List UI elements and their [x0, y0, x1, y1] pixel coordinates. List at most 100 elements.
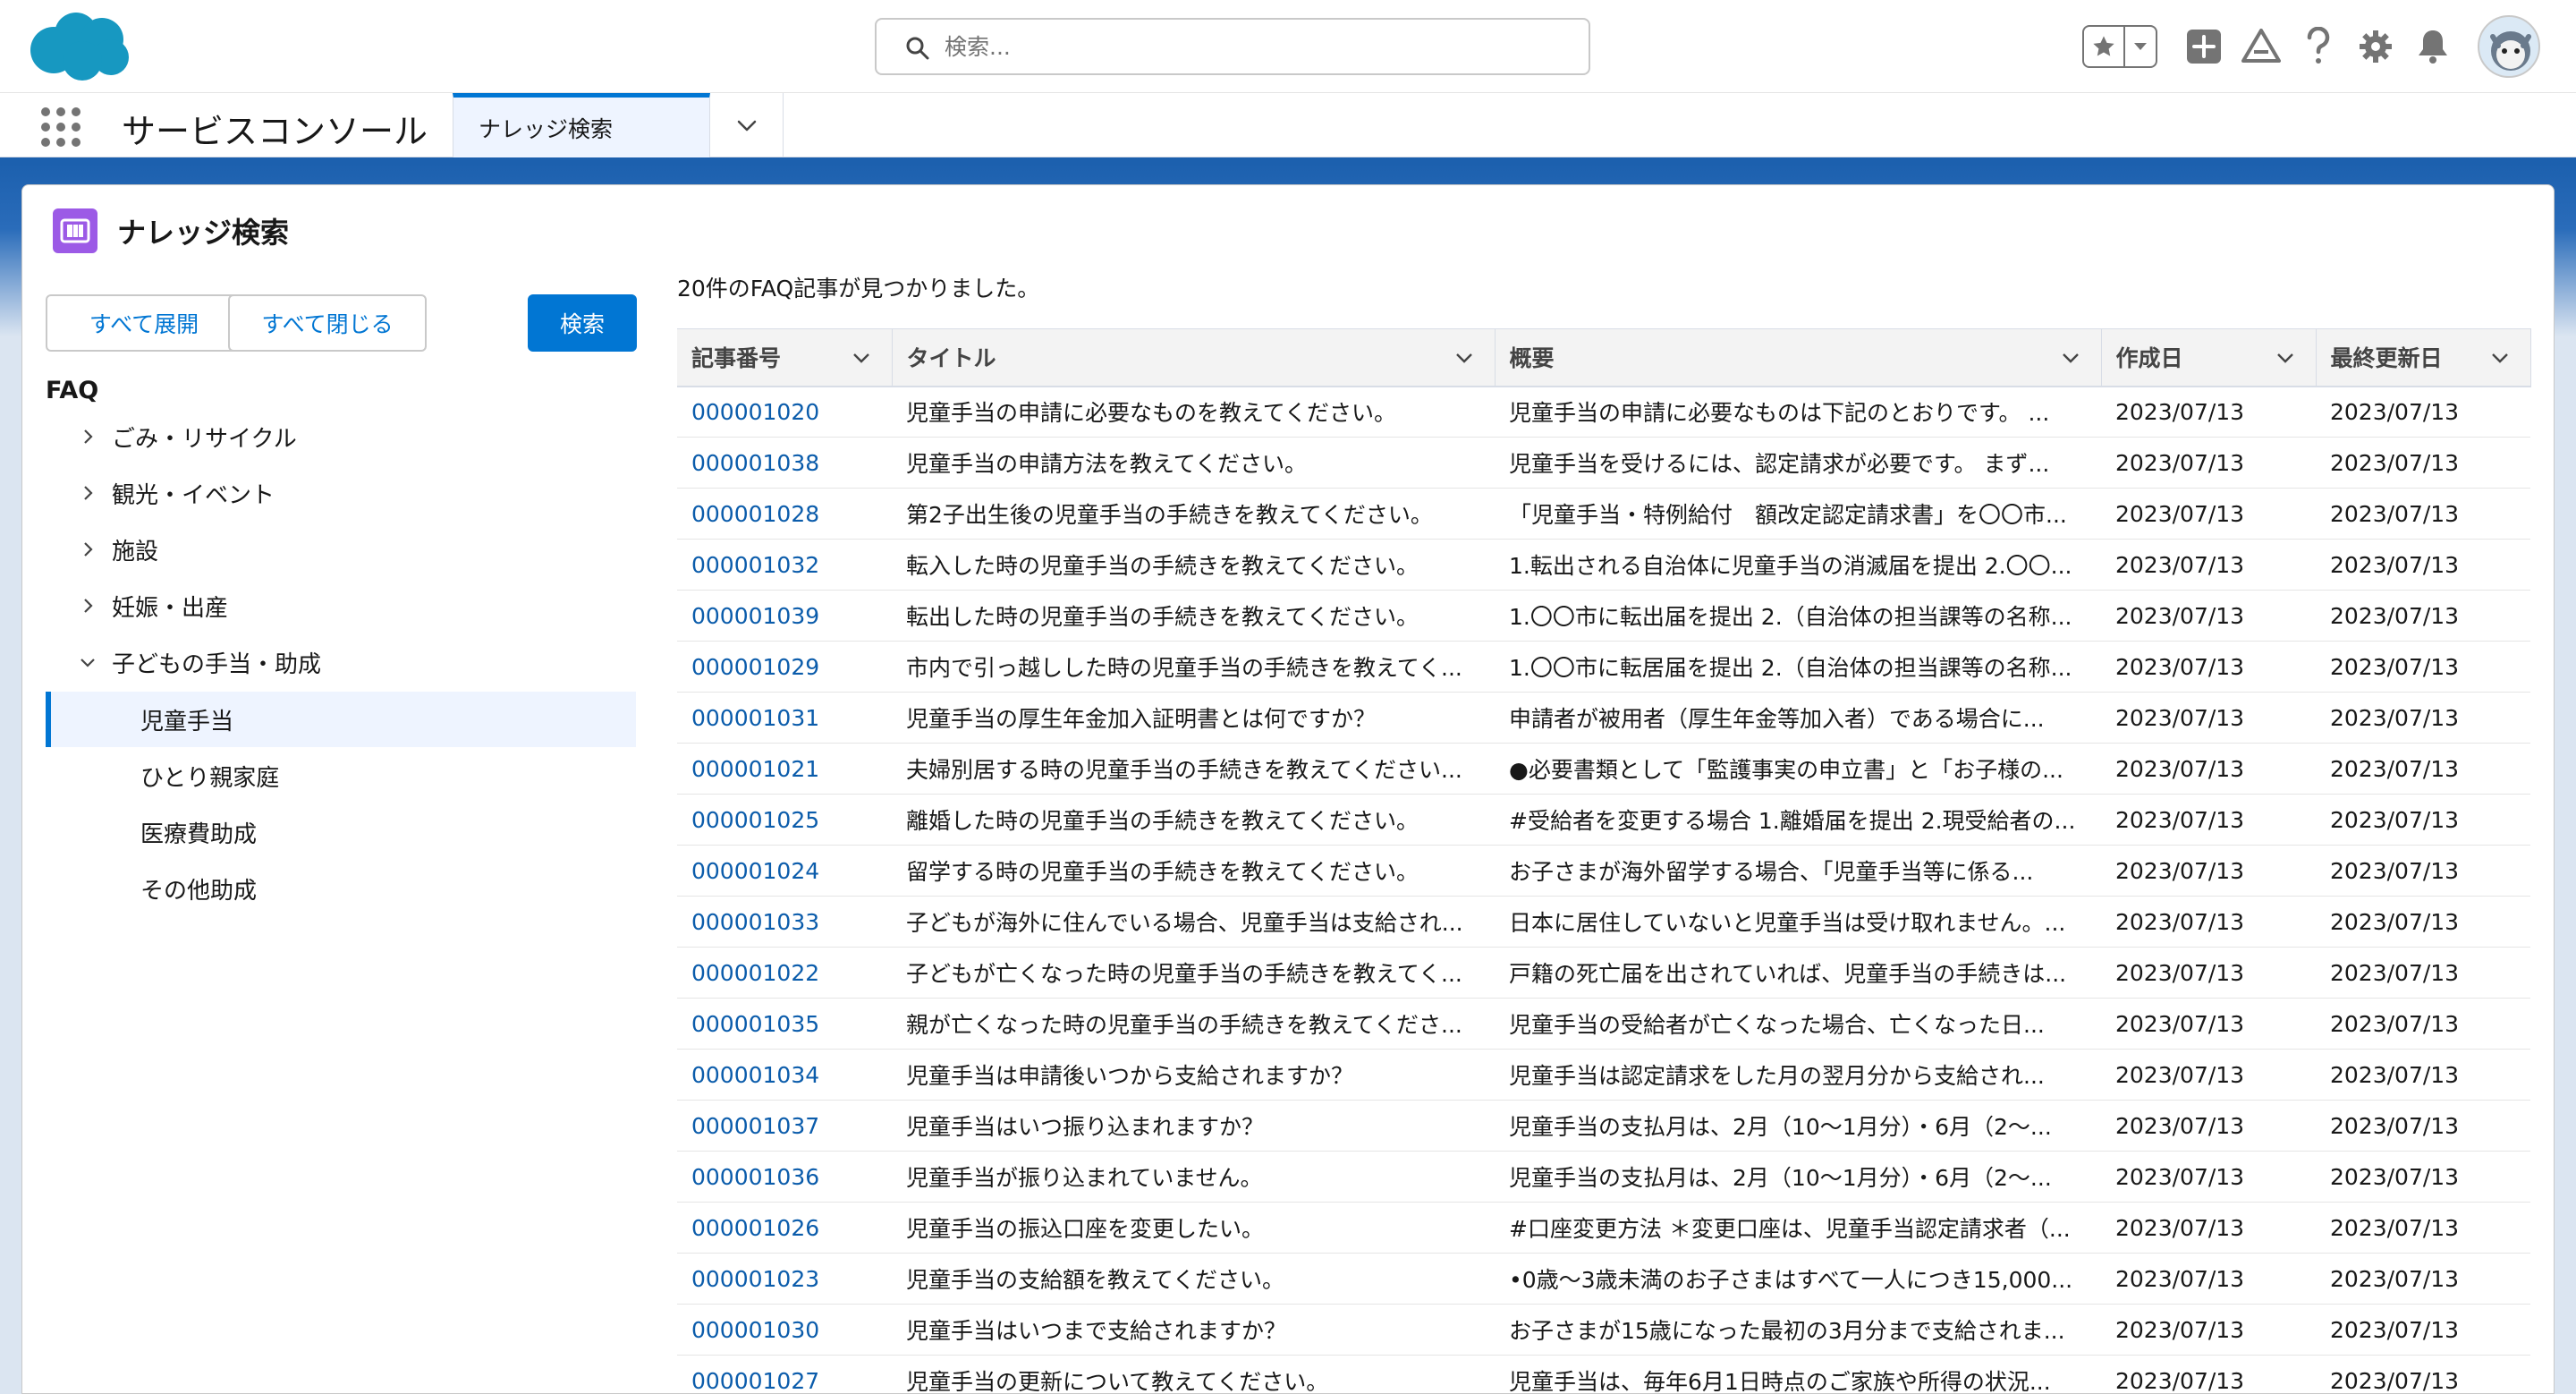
cell-summary: 児童手当の支払月は、2月（10〜1月分）・6月（2〜... [1495, 1100, 2101, 1152]
global-search[interactable] [875, 18, 1590, 75]
cell-article-number[interactable]: 000001028 [677, 488, 892, 540]
tree-item-category[interactable]: 子どもの手当・助成 [46, 634, 636, 690]
cell-article-number[interactable]: 000001037 [677, 1100, 892, 1152]
trailhead-icon[interactable] [2241, 27, 2281, 66]
cell-article-number[interactable]: 000001030 [677, 1304, 892, 1356]
help-icon[interactable] [2299, 27, 2338, 66]
avatar[interactable] [2478, 15, 2540, 78]
table-row[interactable]: 000001021 夫婦別居する時の児童手当の手続きを教えてください... ●必要書… [677, 743, 2530, 795]
column-header[interactable]: 概要 [1495, 328, 2102, 387]
tree-item-child[interactable]: ひとり親家庭 [46, 748, 636, 803]
cell-article-number[interactable]: 000001027 [677, 1355, 892, 1394]
column-header[interactable]: タイトル [892, 328, 1496, 387]
cell-article-number[interactable]: 000001034 [677, 1049, 892, 1101]
star-icon[interactable] [2084, 27, 2125, 66]
table-row[interactable]: 000001029 市内で引っ越しした時の児童手当の手続きを教えてく... 1.〇〇… [677, 641, 2530, 693]
table-row[interactable]: 000001039 転出した時の児童手当の手続きを教えてください。 1.〇〇市に転出… [677, 590, 2530, 642]
table-row[interactable]: 000001027 児童手当の更新について教えてください。 児童手当は、毎年6月1日… [677, 1355, 2530, 1394]
cell-last-modified-date: 2023/07/13 [2316, 1100, 2530, 1152]
cell-title: 児童手当はいつ振り込まれますか？ [892, 1100, 1495, 1152]
table-row[interactable]: 000001028 第2子出生後の児童手当の手続きを教えてください。 「児童手当・特… [677, 488, 2530, 540]
salesforce-logo[interactable] [27, 9, 132, 82]
table-row[interactable]: 000001026 児童手当の振込口座を変更したい。 #口座変更方法 ＊変更口座は、… [677, 1202, 2530, 1254]
table-row[interactable]: 000001031 児童手当の厚生年金加入証明書とは何ですか？ 申請者が被用者（厚生… [677, 692, 2530, 744]
cell-article-number[interactable]: 000001032 [677, 539, 892, 591]
chevron-right-icon[interactable] [76, 594, 99, 617]
table-row[interactable]: 000001037 児童手当はいつ振り込まれますか？ 児童手当の支払月は、2月（10… [677, 1100, 2530, 1152]
expand-all-button[interactable]: すべて展開 [46, 294, 242, 352]
table-row[interactable]: 000001038 児童手当の申請方法を教えてください。 児童手当を受けるには、認定… [677, 437, 2530, 489]
chevron-down-icon[interactable] [2125, 27, 2156, 66]
table-row[interactable]: 000001020 児童手当の申請に必要なものを教えてください。 児童手当の申請に必… [677, 386, 2530, 438]
cell-article-number[interactable]: 000001025 [677, 794, 892, 846]
tab-knowledge-search[interactable]: ナレッジ検索 [453, 93, 710, 157]
cell-title: 第2子出生後の児童手当の手続きを教えてください。 [892, 488, 1495, 540]
cell-article-number[interactable]: 000001022 [677, 947, 892, 999]
table-row[interactable]: 000001036 児童手当が振り込まれていません。 児童手当の支払月は、2月（10… [677, 1151, 2530, 1203]
cell-created-date: 2023/07/13 [2101, 1202, 2316, 1254]
cell-article-number[interactable]: 000001021 [677, 743, 892, 795]
chevron-down-icon[interactable] [76, 650, 99, 674]
table-row[interactable]: 000001024 留学する時の児童手当の手続きを教えてください。 お子さまが海外留… [677, 845, 2530, 897]
tree-item-child[interactable]: 医療費助成 [46, 804, 636, 860]
chevron-right-icon[interactable] [76, 425, 99, 448]
cell-summary: 申請者が被用者（厚生年金等加入者）である場合に... [1495, 692, 2101, 744]
favorites-button[interactable] [2082, 25, 2157, 68]
tree-item-category[interactable]: 妊娠・出産 [46, 578, 636, 633]
cell-article-number[interactable]: 000001033 [677, 896, 892, 948]
table-row[interactable]: 000001035 親が亡くなった時の児童手当の手続きを教えてくださ... 児童手当… [677, 998, 2530, 1050]
cell-article-number[interactable]: 000001035 [677, 998, 892, 1050]
cell-article-number[interactable]: 000001029 [677, 641, 892, 693]
cell-article-number[interactable]: 000001031 [677, 692, 892, 744]
tree-item-child[interactable]: その他助成 [46, 861, 636, 916]
column-header[interactable]: 記事番号 [677, 328, 893, 387]
column-header[interactable]: 最終更新日 [2316, 328, 2531, 387]
tree-item-label: 施設 [112, 538, 159, 565]
table-row[interactable]: 000001032 転入した時の児童手当の手続きを教えてください。 1.転出される自… [677, 539, 2530, 591]
table-row[interactable]: 000001030 児童手当はいつまで支給されますか？ お子さまが15歳になった最初… [677, 1304, 2530, 1356]
cell-article-number[interactable]: 000001024 [677, 845, 892, 897]
tree-item-child-selected[interactable]: 児童手当 [46, 692, 636, 747]
tree-item-category[interactable]: 観光・イベント [46, 465, 636, 521]
table-header-row: 記事番号 タイトル 概要 作成日 最終更新日 [677, 328, 2531, 387]
table-row[interactable]: 000001034 児童手当は申請後いつから支給されますか？ 児童手当は認定請求をし… [677, 1049, 2530, 1101]
table-row[interactable]: 000001023 児童手当の支給額を教えてください。 •0歳〜3歳未満のお子さまは… [677, 1253, 2530, 1305]
chevron-down-icon[interactable] [851, 347, 872, 369]
cell-title: 留学する時の児童手当の手続きを教えてください。 [892, 845, 1495, 897]
search-button[interactable]: 検索 [528, 294, 637, 352]
bell-icon[interactable] [2413, 27, 2453, 66]
cell-title: 市内で引っ越しした時の児童手当の手続きを教えてく... [892, 641, 1495, 693]
chevron-down-icon[interactable] [2275, 347, 2296, 369]
cell-article-number[interactable]: 000001039 [677, 590, 892, 642]
table-row[interactable]: 000001022 子どもが亡くなった時の児童手当の手続きを教えてく... 戸籍の死… [677, 947, 2530, 999]
tree-item-category[interactable]: ごみ・リサイクル [46, 409, 636, 464]
cell-article-number[interactable]: 000001020 [677, 386, 892, 438]
gear-icon[interactable] [2356, 27, 2395, 66]
table-row[interactable]: 000001033 子どもが海外に住んでいる場合、児童手当は支給され... 日本に居… [677, 896, 2530, 948]
add-icon[interactable] [2184, 27, 2224, 66]
chevron-right-icon[interactable] [76, 481, 99, 505]
cell-article-number[interactable]: 000001026 [677, 1202, 892, 1254]
cell-created-date: 2023/07/13 [2101, 641, 2316, 693]
chevron-down-icon[interactable] [2489, 347, 2511, 369]
cell-last-modified-date: 2023/07/13 [2316, 998, 2530, 1050]
column-header[interactable]: 作成日 [2101, 328, 2317, 387]
chevron-down-icon[interactable] [1453, 347, 1475, 369]
chevron-right-icon[interactable] [76, 538, 99, 561]
cell-title: 児童手当はいつまで支給されますか？ [892, 1304, 1495, 1356]
chevron-down-icon[interactable] [2060, 347, 2081, 369]
chevron-down-icon [737, 120, 756, 132]
cell-title: 児童手当の申請に必要なものを教えてください。 [892, 386, 1495, 438]
app-launcher-icon[interactable] [39, 106, 82, 149]
collapse-all-button[interactable]: すべて閉じる [228, 294, 427, 352]
cell-title: 子どもが海外に住んでいる場合、児童手当は支給され... [892, 896, 1495, 948]
tree-item-category[interactable]: 施設 [46, 522, 636, 577]
search-input[interactable] [945, 29, 1571, 64]
cell-article-number[interactable]: 000001023 [677, 1253, 892, 1305]
cell-last-modified-date: 2023/07/13 [2316, 743, 2530, 795]
cell-article-number[interactable]: 000001036 [677, 1151, 892, 1203]
cell-article-number[interactable]: 000001038 [677, 437, 892, 489]
table-row[interactable]: 000001025 離婚した時の児童手当の手続きを教えてください。 #受給者を変更す… [677, 794, 2530, 846]
tab-menu-button[interactable] [710, 93, 784, 157]
cell-title: 親が亡くなった時の児童手当の手続きを教えてくださ... [892, 998, 1495, 1050]
